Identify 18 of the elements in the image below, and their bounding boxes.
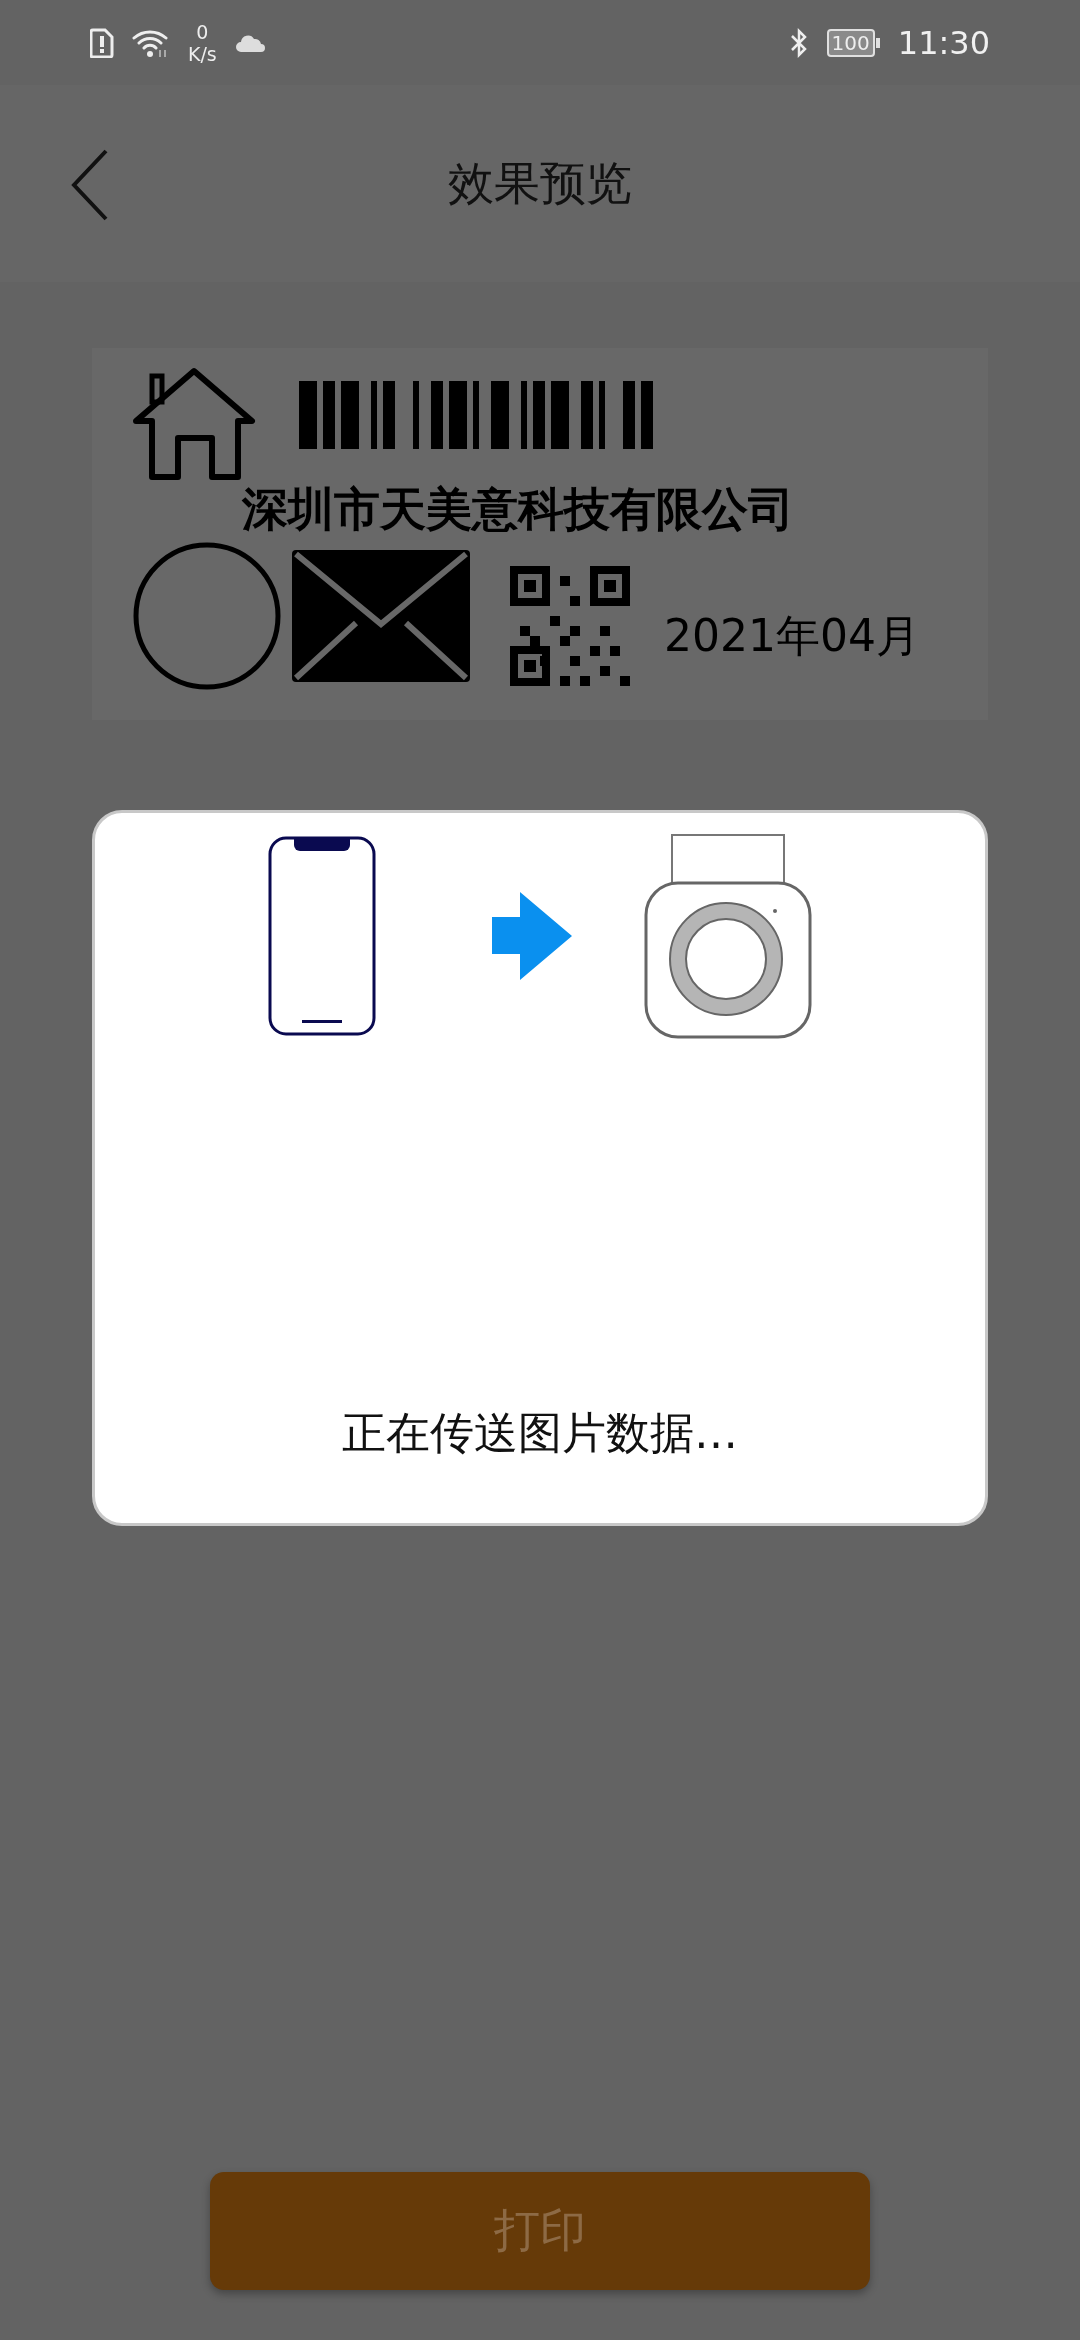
arrow-right-icon <box>492 892 572 980</box>
network-speed-value: 0 <box>196 20 209 43</box>
label-date: 2021年04月 <box>664 608 920 663</box>
transfer-message: 正在传送图片数据… <box>342 1406 738 1460</box>
print-button[interactable]: 打印 <box>210 2172 870 2290</box>
printer-icon <box>644 833 812 1039</box>
qr-code-icon <box>510 566 630 686</box>
house-icon <box>132 366 257 481</box>
status-time: 11:30 <box>897 23 990 62</box>
company-name: 深圳市天美意科技有限公司 <box>242 481 795 537</box>
phone-icon <box>268 836 376 1036</box>
network-speed-unit: K/s <box>188 42 217 65</box>
wifi-icon <box>132 27 170 58</box>
battery-level: 100 <box>826 28 875 57</box>
envelope-icon <box>292 550 470 682</box>
bluetooth-icon <box>788 26 809 59</box>
sim-alert-icon <box>90 27 114 58</box>
page-title: 效果预览 <box>448 154 632 212</box>
